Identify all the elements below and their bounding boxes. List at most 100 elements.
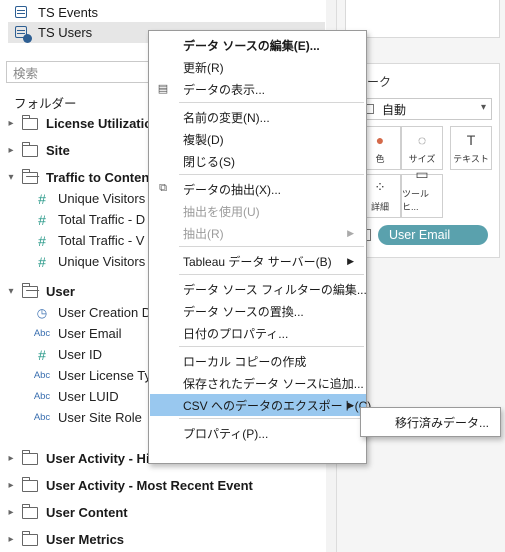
folder-label: User Content bbox=[46, 505, 128, 520]
submenu-arrow-icon: ▶ bbox=[347, 255, 354, 266]
submenu-arrow-icon: ▶ bbox=[347, 227, 354, 238]
menu-separator bbox=[179, 418, 364, 419]
mark-button-label: 詳細 bbox=[370, 202, 389, 212]
menu-item[interactable]: ⧉ データの抽出(X)... bbox=[150, 178, 366, 200]
folder-icon bbox=[21, 530, 38, 546]
menu-item[interactable]: データ ソースの編集(E)... bbox=[150, 34, 366, 56]
folder-icon bbox=[21, 476, 38, 492]
menu-item-label: データ ソース フィルターの編集... bbox=[183, 282, 367, 297]
field-label: User Creation D bbox=[58, 305, 152, 320]
marks-title: ーク bbox=[367, 75, 392, 89]
mark-type-value: 自動 bbox=[382, 102, 407, 117]
chevron-right-icon[interactable]: ▸ bbox=[4, 145, 18, 156]
menu-item[interactable]: 更新(R) bbox=[150, 56, 366, 78]
chevron-right-icon[interactable]: ▸ bbox=[4, 534, 18, 545]
menu-item-label: 日付のプロパティ... bbox=[183, 326, 289, 341]
user-email-pill[interactable]: User Email bbox=[378, 225, 488, 245]
field-label: User License Ty bbox=[58, 368, 151, 383]
string-icon: Abc bbox=[33, 412, 51, 423]
connection-ts-events[interactable]: TS Events bbox=[8, 2, 325, 23]
connection-label: TS Users bbox=[38, 25, 93, 40]
folder-icon bbox=[21, 114, 38, 130]
menu-item[interactable]: プロパティ(P)... bbox=[150, 422, 366, 444]
menu-item[interactable]: 名前の変更(N)... bbox=[150, 106, 366, 128]
database-icon bbox=[14, 5, 30, 21]
string-icon: Abc bbox=[33, 391, 51, 402]
export-submenu: 移行済みデータ... bbox=[360, 407, 501, 437]
menu-item-label: 抽出(R) bbox=[183, 226, 224, 241]
size-button[interactable]: ◌ サイズ bbox=[401, 126, 443, 170]
menu-item[interactable]: CSV へのデータのエクスポート(C) ▶ bbox=[150, 394, 371, 416]
tooltip-button[interactable]: ▭ ツールヒ... bbox=[401, 166, 443, 218]
field-label: User Email bbox=[58, 326, 122, 341]
measure-icon: # bbox=[38, 190, 46, 207]
menu-separator bbox=[179, 174, 364, 175]
folder-label: User Activity - Most Recent Event bbox=[46, 478, 253, 493]
chevron-down-icon[interactable]: ▾ bbox=[4, 286, 18, 297]
menu-item[interactable]: データ ソース フィルターの編集... bbox=[150, 278, 367, 300]
measure-icon: # bbox=[38, 346, 46, 363]
menu-item-label: 閉じる(S) bbox=[183, 154, 235, 169]
detail-icon: ⁘ bbox=[374, 179, 386, 195]
chevron-right-icon[interactable]: ▸ bbox=[4, 453, 18, 464]
color-icon: ● bbox=[375, 132, 385, 148]
chevron-right-icon[interactable]: ▸ bbox=[4, 507, 18, 518]
menu-separator bbox=[179, 102, 364, 103]
menu-item: 抽出(R) ▶ bbox=[150, 222, 366, 244]
folder-label: License Utilization bbox=[46, 116, 161, 131]
menu-item[interactable]: ローカル コピーの作成 bbox=[150, 350, 366, 372]
connection-label: TS Events bbox=[38, 5, 98, 20]
tooltip-icon: ▭ bbox=[415, 166, 429, 182]
chevron-right-icon[interactable]: ▸ bbox=[4, 118, 18, 129]
chevron-down-icon[interactable]: ▾ bbox=[4, 172, 18, 183]
field-label: Unique Visitors bbox=[58, 254, 146, 269]
field-label: Total Traffic - D bbox=[58, 212, 146, 227]
measure-icon: # bbox=[38, 253, 46, 270]
field-label: User Site Role bbox=[58, 410, 142, 425]
mark-type-select[interactable]: 自動 ▾ bbox=[359, 98, 492, 120]
folder-row[interactable]: ▸ User Content bbox=[0, 502, 322, 523]
string-icon: Abc bbox=[33, 328, 51, 339]
folders-label: フォルダー bbox=[14, 97, 77, 111]
chevron-down-icon: ▾ bbox=[480, 102, 486, 113]
folder-row[interactable]: ▸ User Activity - Most Recent Event bbox=[0, 475, 322, 496]
folder-open-icon bbox=[21, 168, 38, 184]
menu-item-label: CSV へのデータのエクスポート(C) bbox=[183, 398, 372, 413]
folder-icon bbox=[21, 449, 38, 465]
menu-item[interactable]: 閉じる(S) bbox=[150, 150, 366, 172]
text-button[interactable]: T テキスト bbox=[450, 126, 492, 170]
menu-item: 抽出を使用(U) bbox=[150, 200, 366, 222]
menu-item[interactable]: データ ソースの置換... bbox=[150, 300, 366, 322]
folder-icon bbox=[21, 503, 38, 519]
menu-item[interactable]: 複製(D) bbox=[150, 128, 366, 150]
menu-item-migrated-data[interactable]: 移行済みデータ... bbox=[362, 411, 499, 433]
folder-open-icon bbox=[21, 282, 38, 298]
table-icon: ▤ bbox=[157, 83, 169, 95]
measure-icon: # bbox=[38, 211, 46, 228]
menu-item[interactable]: Tableau データ サーバー(B) ▶ bbox=[150, 250, 366, 272]
datetime-icon: ◷ bbox=[36, 305, 48, 320]
field-label: User ID bbox=[58, 347, 103, 362]
menu-item-label: 保存されたデータ ソースに追加... bbox=[183, 376, 364, 391]
menu-separator bbox=[179, 346, 364, 347]
menu-item-label: 更新(R) bbox=[183, 60, 224, 75]
context-menu: データ ソースの編集(E)... 更新(R) ▤ データの表示... 名前の変更(N).… bbox=[148, 30, 371, 464]
chevron-right-icon[interactable]: ▸ bbox=[4, 480, 18, 491]
menu-item[interactable]: 日付のプロパティ... bbox=[150, 322, 366, 344]
menu-item[interactable]: 保存されたデータ ソースに追加... bbox=[150, 372, 366, 394]
filters-card bbox=[345, 0, 500, 38]
menu-separator bbox=[179, 246, 364, 247]
measure-icon: # bbox=[38, 232, 46, 249]
extract-icon: ⧉ bbox=[159, 182, 167, 194]
menu-item[interactable]: ▤ データの表示... bbox=[150, 78, 366, 100]
menu-item-label: データ ソースの置換... bbox=[183, 304, 304, 319]
folder-label: User bbox=[46, 284, 75, 299]
folder-row[interactable]: ▸ User Metrics bbox=[0, 529, 322, 550]
string-icon: Abc bbox=[33, 370, 51, 381]
menu-separator bbox=[179, 274, 364, 275]
mark-button-label: テキスト bbox=[453, 154, 489, 164]
mark-button-label: ツールヒ... bbox=[402, 189, 430, 212]
menu-item-label: プロパティ(P)... bbox=[183, 426, 269, 441]
mark-button-label: サイズ bbox=[408, 154, 436, 164]
size-icon: ◌ bbox=[417, 132, 427, 148]
